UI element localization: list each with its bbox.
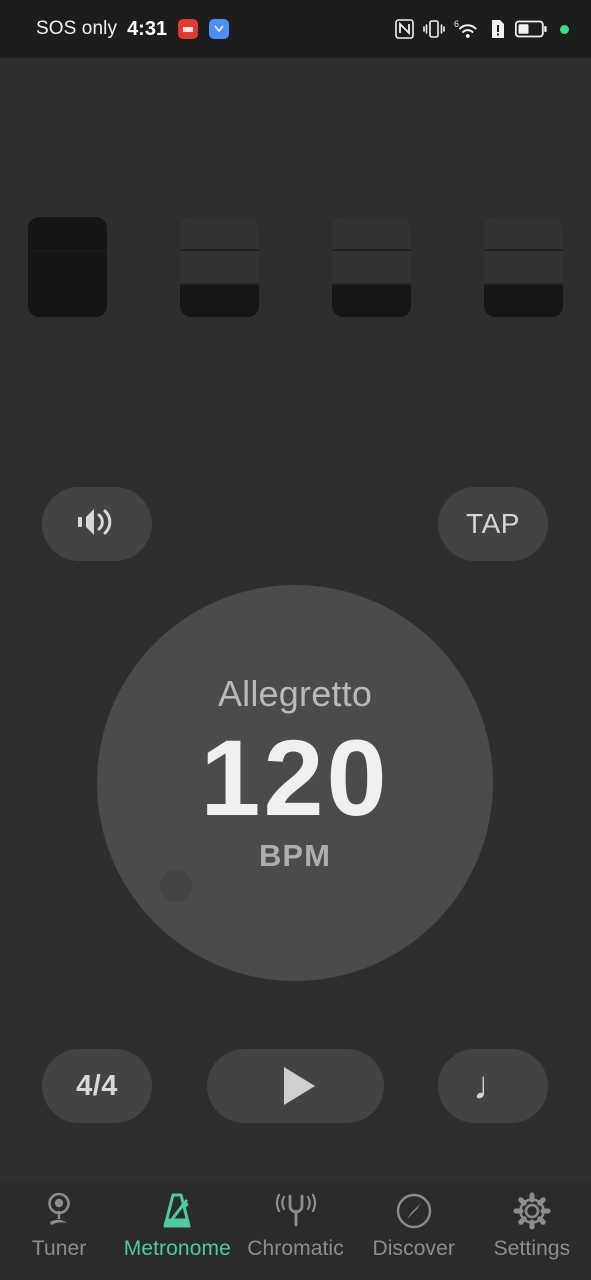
tap-label: TAP xyxy=(466,508,520,539)
beat-slot-4[interactable] xyxy=(484,217,563,317)
tuning-fork-icon xyxy=(275,1190,317,1232)
carrier-label: SOS only xyxy=(36,18,118,39)
bottom-navigation-bar: Tuner Metronome Chromatic Discover Setti… xyxy=(0,1182,591,1280)
notification-badge-red xyxy=(178,19,199,39)
battery-icon xyxy=(515,20,547,38)
nav-item-settings[interactable]: Settings xyxy=(473,1190,591,1261)
beat-indicator-row xyxy=(0,217,591,317)
tuning-peg-icon xyxy=(42,1190,76,1232)
metronome-icon xyxy=(159,1190,195,1232)
app-glyph-red xyxy=(183,27,194,32)
vibrate-icon xyxy=(423,19,445,39)
bpm-unit-label: BPM xyxy=(259,838,331,874)
quarter-note-icon: ♩ xyxy=(473,1064,513,1108)
nav-label-chromatic: Chromatic xyxy=(247,1237,344,1260)
time-signature-label: 4/4 xyxy=(76,1069,118,1102)
sound-toggle-button[interactable] xyxy=(42,487,152,561)
beat-segment-top xyxy=(484,217,563,249)
play-button[interactable] xyxy=(207,1049,384,1123)
notification-badge-blue xyxy=(209,19,230,39)
nav-item-tuner[interactable]: Tuner xyxy=(0,1190,118,1261)
wifi-6-icon: 6 xyxy=(454,19,481,40)
nav-label-metronome: Metronome xyxy=(123,1237,231,1260)
beat-slot-3[interactable] xyxy=(332,217,411,317)
beat-segment-bottom xyxy=(28,284,107,317)
metronome-app-screen: SOS only 4:31 6 TAP Allegretto 120 BPM 4… xyxy=(0,0,591,1280)
status-bar: SOS only 4:31 6 xyxy=(0,0,591,58)
beat-segment-middle xyxy=(180,249,259,283)
play-triangle-icon xyxy=(283,1067,315,1105)
beat-slot-1[interactable] xyxy=(28,217,107,317)
compass-icon xyxy=(394,1190,434,1232)
gear-icon xyxy=(512,1190,552,1232)
status-bar-left: SOS only 4:31 xyxy=(36,17,230,41)
app-glyph-blue xyxy=(214,25,224,33)
sim-alert-icon xyxy=(490,19,506,39)
nav-label-tuner: Tuner xyxy=(31,1237,87,1260)
beat-segment-top xyxy=(332,217,411,249)
tempo-marking-label: Allegretto xyxy=(217,673,373,714)
beat-slot-2[interactable] xyxy=(180,217,259,317)
beat-segment-top xyxy=(28,217,107,250)
beat-segment-middle xyxy=(484,249,563,283)
beat-segment-bottom xyxy=(332,283,411,317)
clock-label: 4:31 xyxy=(127,17,168,40)
beat-segment-bottom xyxy=(180,283,259,317)
dial-knob-handle[interactable] xyxy=(160,870,192,902)
bpm-value: 120 xyxy=(200,717,390,838)
note-value-button[interactable]: ♩ xyxy=(438,1049,548,1123)
bpm-dial[interactable]: Allegretto 120 BPM xyxy=(97,585,493,981)
time-signature-button[interactable]: 4/4 xyxy=(42,1049,152,1123)
nav-item-chromatic[interactable]: Chromatic xyxy=(236,1190,354,1261)
beat-segment-middle xyxy=(332,249,411,283)
nav-item-discover[interactable]: Discover xyxy=(355,1190,473,1261)
svg-text:6: 6 xyxy=(454,19,459,29)
beat-segment-bottom xyxy=(484,283,563,317)
beat-segment-top xyxy=(180,217,259,249)
speaker-volume-icon xyxy=(75,504,119,545)
status-bar-right: 6 xyxy=(395,19,569,40)
nav-label-settings: Settings xyxy=(493,1237,571,1260)
nav-label-discover: Discover xyxy=(372,1237,455,1260)
nav-item-metronome[interactable]: Metronome xyxy=(118,1190,236,1261)
tap-tempo-button[interactable]: TAP xyxy=(438,487,548,561)
transport-control-row: 4/4 ♩ xyxy=(0,1049,591,1123)
nfc-icon xyxy=(395,19,414,39)
status-dot-green xyxy=(560,24,569,34)
beat-segment-middle xyxy=(28,249,107,285)
